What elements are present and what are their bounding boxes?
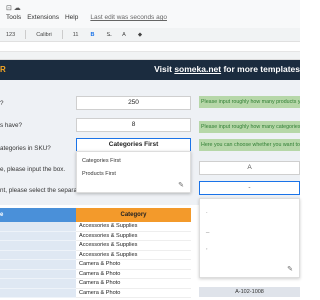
table-cell-product[interactable] [0,269,76,279]
hint-box: Please input roughly how many categories [199,121,300,133]
dropdown-option[interactable]: . [206,209,208,215]
formatting-toolbar: 123 Calibri 11 B S̶ A ◆ [0,28,300,42]
question-label: e, please input the box. [0,166,66,173]
dropdown-option[interactable]: Categories First [82,158,121,164]
table-cell-category[interactable]: Accessories & Supplies [76,222,191,232]
question-label: ategories in SKU? [0,145,51,152]
table-header-category: Category [76,208,191,222]
strikethrough-icon[interactable]: S̶ [104,32,112,38]
hint-box: Here you can choose whether you want to [199,139,300,151]
text-color-button[interactable]: A [120,32,128,38]
dropdown-option[interactable]: _ [206,227,209,233]
toolbar-divider [25,30,27,39]
question-label: ? [0,100,4,107]
table-cell-category[interactable]: Accessories & Supplies [76,241,191,251]
dropdown-option[interactable]: , [206,245,208,251]
someka-link[interactable]: someka.net [174,64,221,74]
template-banner: R Visit someka.net for more templates [0,60,300,80]
category-count-input[interactable]: 8 [76,118,191,132]
table-cell-category[interactable]: Camera & Photo [76,260,191,270]
app-menubar: ⊡ ☁ Tools Extensions Help Last edit was … [0,0,300,28]
sku-order-select[interactable]: Categories First [76,138,191,152]
table-cell-product[interactable] [0,241,76,251]
menu-tools[interactable]: Tools [6,14,21,21]
font-family-dropdown[interactable]: Calibri [34,32,54,38]
separator-dropdown: . _ , ✎ [199,198,300,278]
box-input[interactable]: A [199,161,300,175]
table-cell-product[interactable] [0,231,76,241]
sku-output-cell[interactable]: A-102-1008 [199,287,300,297]
question-label: nt, please select the separator [0,187,85,194]
toolbar-divider [61,30,63,39]
number-format-dropdown[interactable]: 123 [4,32,17,38]
table-cell-category[interactable]: Camera & Photo [76,288,191,298]
pencil-icon[interactable]: ✎ [287,265,293,273]
menu-help[interactable]: Help [65,14,78,21]
banner-letter: R [0,65,6,74]
table-cell-category[interactable]: Accessories & Supplies [76,231,191,241]
banner-visit-text: Visit someka.net for more templates [154,64,300,74]
table-cell-product[interactable] [0,250,76,260]
table-cell-category[interactable]: Camera & Photo [76,269,191,279]
question-label: s have? [0,122,23,129]
table-cell-product[interactable] [0,288,76,298]
fill-color-icon[interactable]: ◆ [136,32,144,38]
sku-order-dropdown: Categories First Products First ✎ [76,151,191,193]
table-cell-category[interactable]: Camera & Photo [76,279,191,289]
table-cell-product[interactable] [0,279,76,289]
menu-row: Tools Extensions Help Last edit was seco… [6,14,167,21]
table-cell-product[interactable] [0,260,76,270]
column-header-strip [0,52,300,60]
product-count-input[interactable]: 250 [76,96,191,110]
formula-bar[interactable] [0,42,300,52]
dropdown-option[interactable]: Products First [82,171,116,177]
table-cell-category[interactable]: Accessories & Supplies [76,250,191,260]
table-header-product: e [0,208,76,222]
last-edit-link[interactable]: Last edit was seconds ago [90,14,167,21]
font-size-dropdown[interactable]: 11 [71,32,81,38]
hint-box: Please input roughly how many products y… [199,96,300,108]
bold-button[interactable]: B [89,32,97,38]
table-cell-product[interactable] [0,222,76,232]
pencil-icon[interactable]: ✎ [178,181,184,189]
menu-extensions[interactable]: Extensions [27,14,59,21]
separator-select[interactable]: - [199,181,300,195]
doc-status-icons: ⊡ ☁ [6,5,21,12]
